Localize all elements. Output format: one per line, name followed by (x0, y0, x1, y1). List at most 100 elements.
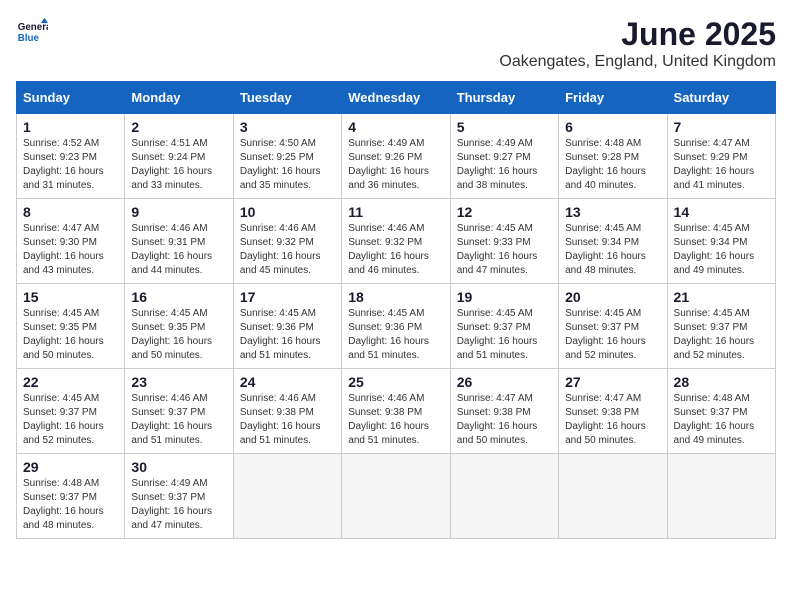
day-info: Sunrise: 4:45 AMSunset: 9:37 PMDaylight:… (457, 307, 552, 363)
calendar-cell: 30 Sunrise: 4:49 AMSunset: 9:37 PMDayligh… (125, 454, 233, 539)
day-info: Sunrise: 4:49 AMSunset: 9:27 PMDaylight:… (457, 137, 552, 193)
day-number: 9 (131, 204, 226, 220)
day-info: Sunrise: 4:45 AMSunset: 9:35 PMDaylight:… (23, 307, 118, 363)
calendar-week-1: 1 Sunrise: 4:52 AMSunset: 9:23 PMDaylight… (17, 114, 776, 199)
calendar-cell: 20 Sunrise: 4:45 AMSunset: 9:37 PMDayligh… (559, 284, 667, 369)
day-number: 24 (240, 374, 335, 390)
day-info: Sunrise: 4:51 AMSunset: 9:24 PMDaylight:… (131, 137, 226, 193)
day-number: 28 (674, 374, 769, 390)
calendar-cell: 25 Sunrise: 4:46 AMSunset: 9:38 PMDayligh… (342, 369, 450, 454)
day-info: Sunrise: 4:47 AMSunset: 9:38 PMDaylight:… (457, 392, 552, 448)
calendar-cell: 29Sunrise: 4:48 AMSunset: 9:37 PMDayligh… (17, 454, 125, 539)
calendar-week-2: 8 Sunrise: 4:47 AMSunset: 9:30 PMDaylight… (17, 199, 776, 284)
calendar-cell (233, 454, 341, 539)
calendar-cell: 15 Sunrise: 4:45 AMSunset: 9:35 PMDayligh… (17, 284, 125, 369)
calendar-cell: 28 Sunrise: 4:48 AMSunset: 9:37 PMDayligh… (667, 369, 775, 454)
calendar-cell: 22 Sunrise: 4:45 AMSunset: 9:37 PMDayligh… (17, 369, 125, 454)
day-info: Sunrise: 4:45 AMSunset: 9:36 PMDaylight:… (240, 307, 335, 363)
day-number: 12 (457, 204, 552, 220)
header-tuesday: Tuesday (233, 82, 341, 114)
calendar-cell: 5 Sunrise: 4:49 AMSunset: 9:27 PMDaylight… (450, 114, 558, 199)
calendar-cell: 12Sunrise: 4:45 AMSunset: 9:33 PMDayligh… (450, 199, 558, 284)
day-info: Sunrise: 4:45 AMSunset: 9:35 PMDaylight:… (131, 307, 226, 363)
day-info: Sunrise: 4:49 AMSunset: 9:37 PMDaylight:… (131, 477, 226, 533)
day-info: Sunrise: 4:45 AMSunset: 9:37 PMDaylight:… (23, 392, 118, 448)
calendar-cell: 8 Sunrise: 4:47 AMSunset: 9:30 PMDaylight… (17, 199, 125, 284)
calendar-cell: 23 Sunrise: 4:46 AMSunset: 9:37 PMDayligh… (125, 369, 233, 454)
day-info: Sunrise: 4:47 AMSunset: 9:30 PMDaylight:… (23, 222, 118, 278)
day-number: 26 (457, 374, 552, 390)
svg-text:General: General (18, 22, 48, 33)
calendar-cell: 10 Sunrise: 4:46 AMSunset: 9:32 PMDayligh… (233, 199, 341, 284)
day-info: Sunrise: 4:48 AMSunset: 9:28 PMDaylight:… (565, 137, 660, 193)
day-number: 3 (240, 119, 335, 135)
day-number: 20 (565, 289, 660, 305)
logo: General Blue (16, 16, 48, 48)
calendar-cell (450, 454, 558, 539)
day-number: 1 (23, 119, 118, 135)
day-number: 2 (131, 119, 226, 135)
day-number: 29 (23, 459, 118, 475)
day-info: Sunrise: 4:48 AMSunset: 9:37 PMDaylight:… (674, 392, 769, 448)
day-info: Sunrise: 4:50 AMSunset: 9:25 PMDaylight:… (240, 137, 335, 193)
day-info: Sunrise: 4:45 AMSunset: 9:34 PMDaylight:… (674, 222, 769, 278)
calendar-cell: 19 Sunrise: 4:45 AMSunset: 9:37 PMDayligh… (450, 284, 558, 369)
day-number: 21 (674, 289, 769, 305)
day-number: 7 (674, 119, 769, 135)
calendar-header-row: SundayMondayTuesdayWednesdayThursdayFrid… (17, 82, 776, 114)
header-sunday: Sunday (17, 82, 125, 114)
calendar-cell: 11 Sunrise: 4:46 AMSunset: 9:32 PMDayligh… (342, 199, 450, 284)
day-info: Sunrise: 4:45 AMSunset: 9:34 PMDaylight:… (565, 222, 660, 278)
day-number: 4 (348, 119, 443, 135)
calendar-cell: 16 Sunrise: 4:45 AMSunset: 9:35 PMDayligh… (125, 284, 233, 369)
header-friday: Friday (559, 82, 667, 114)
day-number: 6 (565, 119, 660, 135)
calendar-cell: 21 Sunrise: 4:45 AMSunset: 9:37 PMDayligh… (667, 284, 775, 369)
calendar-cell: 4 Sunrise: 4:49 AMSunset: 9:26 PMDaylight… (342, 114, 450, 199)
calendar-cell: 17Sunrise: 4:45 AMSunset: 9:36 PMDayligh… (233, 284, 341, 369)
location: Oakengates, England, United Kingdom (499, 53, 776, 71)
calendar-cell: 26 Sunrise: 4:47 AMSunset: 9:38 PMDayligh… (450, 369, 558, 454)
day-info: Sunrise: 4:46 AMSunset: 9:32 PMDaylight:… (240, 222, 335, 278)
day-number: 19 (457, 289, 552, 305)
day-number: 11 (348, 204, 443, 220)
header: General Blue June 2025 Oakengates, Engla… (16, 16, 776, 71)
day-number: 16 (131, 289, 226, 305)
calendar-cell: 14 Sunrise: 4:45 AMSunset: 9:34 PMDayligh… (667, 199, 775, 284)
day-number: 8 (23, 204, 118, 220)
header-thursday: Thursday (450, 82, 558, 114)
calendar-cell: 1 Sunrise: 4:52 AMSunset: 9:23 PMDaylight… (17, 114, 125, 199)
day-number: 25 (348, 374, 443, 390)
day-info: Sunrise: 4:46 AMSunset: 9:32 PMDaylight:… (348, 222, 443, 278)
day-number: 23 (131, 374, 226, 390)
svg-text:Blue: Blue (18, 33, 40, 44)
day-number: 30 (131, 459, 226, 475)
month-title: June 2025 (499, 16, 776, 53)
calendar-cell (559, 454, 667, 539)
day-info: Sunrise: 4:45 AMSunset: 9:37 PMDaylight:… (674, 307, 769, 363)
day-info: Sunrise: 4:46 AMSunset: 9:38 PMDaylight:… (240, 392, 335, 448)
calendar-cell: 9 Sunrise: 4:46 AMSunset: 9:31 PMDaylight… (125, 199, 233, 284)
calendar-cell: 18Sunrise: 4:45 AMSunset: 9:36 PMDayligh… (342, 284, 450, 369)
calendar-cell (342, 454, 450, 539)
day-info: Sunrise: 4:46 AMSunset: 9:38 PMDaylight:… (348, 392, 443, 448)
day-info: Sunrise: 4:49 AMSunset: 9:26 PMDaylight:… (348, 137, 443, 193)
day-number: 13 (565, 204, 660, 220)
day-number: 22 (23, 374, 118, 390)
day-info: Sunrise: 4:46 AMSunset: 9:37 PMDaylight:… (131, 392, 226, 448)
day-info: Sunrise: 4:45 AMSunset: 9:37 PMDaylight:… (565, 307, 660, 363)
day-info: Sunrise: 4:46 AMSunset: 9:31 PMDaylight:… (131, 222, 226, 278)
calendar-cell: 2 Sunrise: 4:51 AMSunset: 9:24 PMDaylight… (125, 114, 233, 199)
calendar-cell: 24 Sunrise: 4:46 AMSunset: 9:38 PMDayligh… (233, 369, 341, 454)
day-number: 5 (457, 119, 552, 135)
calendar-week-4: 22 Sunrise: 4:45 AMSunset: 9:37 PMDayligh… (17, 369, 776, 454)
calendar-cell: 6 Sunrise: 4:48 AMSunset: 9:28 PMDaylight… (559, 114, 667, 199)
day-number: 14 (674, 204, 769, 220)
day-number: 10 (240, 204, 335, 220)
header-monday: Monday (125, 82, 233, 114)
header-saturday: Saturday (667, 82, 775, 114)
day-number: 15 (23, 289, 118, 305)
day-info: Sunrise: 4:52 AMSunset: 9:23 PMDaylight:… (23, 137, 118, 193)
day-number: 18 (348, 289, 443, 305)
title-area: June 2025 Oakengates, England, United Ki… (499, 16, 776, 71)
